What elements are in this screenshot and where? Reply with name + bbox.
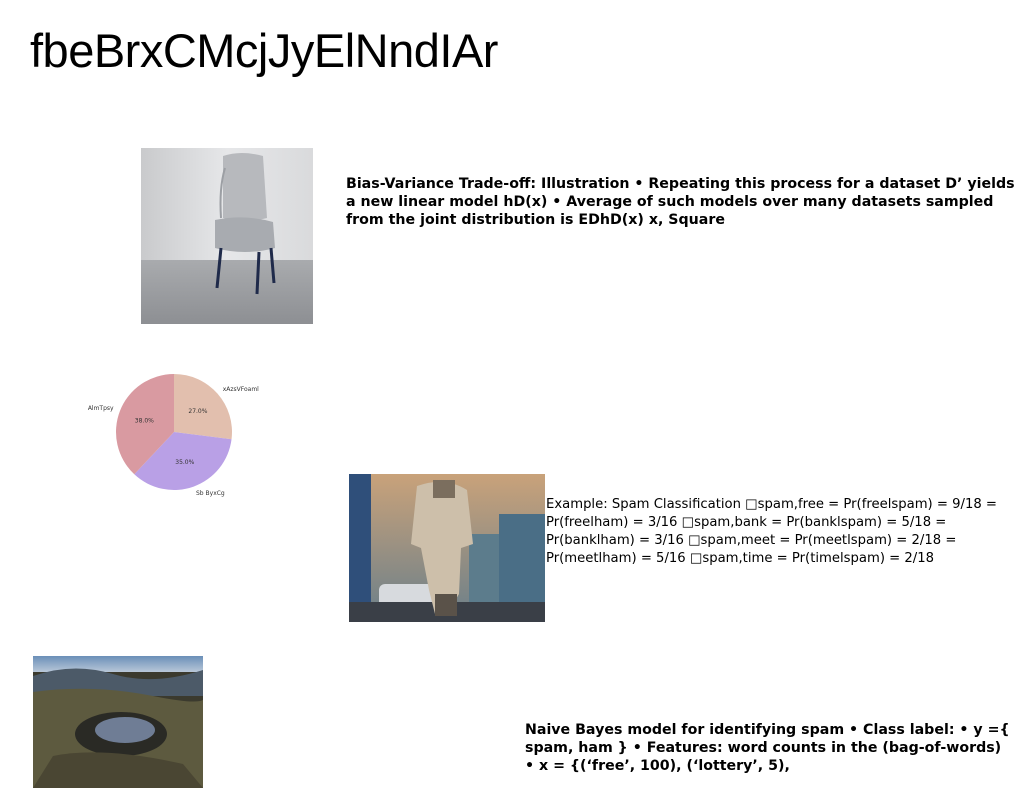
street-image	[349, 474, 545, 622]
pie-category-label: AlmTpsy	[88, 405, 114, 412]
pie-slice	[174, 374, 232, 440]
page-title: fbeBrxCMcjJyElNndIAr	[30, 24, 498, 77]
bias-variance-text: Bias-Variance Trade-off: Illustration • …	[346, 176, 1015, 228]
naive-bayes-text: Naive Bayes model for identifying spam •…	[525, 722, 1010, 774]
pie-percent-label: 27.0%	[188, 408, 207, 415]
pie-category-label: xAzsVFoaml	[223, 386, 259, 393]
chair-image	[141, 148, 313, 324]
crater-image	[33, 656, 203, 788]
pie-category-label: Sb ByxCg	[196, 490, 225, 497]
pie-percent-label: 35.0%	[175, 459, 194, 466]
pie-chart: 27.0% xAzsVFoaml 35.0% Sb ByxCg 38.0% AlmTpsy	[80, 350, 280, 530]
spam-example-text: Example: Spam Classification □spam,free …	[546, 497, 997, 566]
pie-percent-label: 38.0%	[135, 417, 154, 424]
